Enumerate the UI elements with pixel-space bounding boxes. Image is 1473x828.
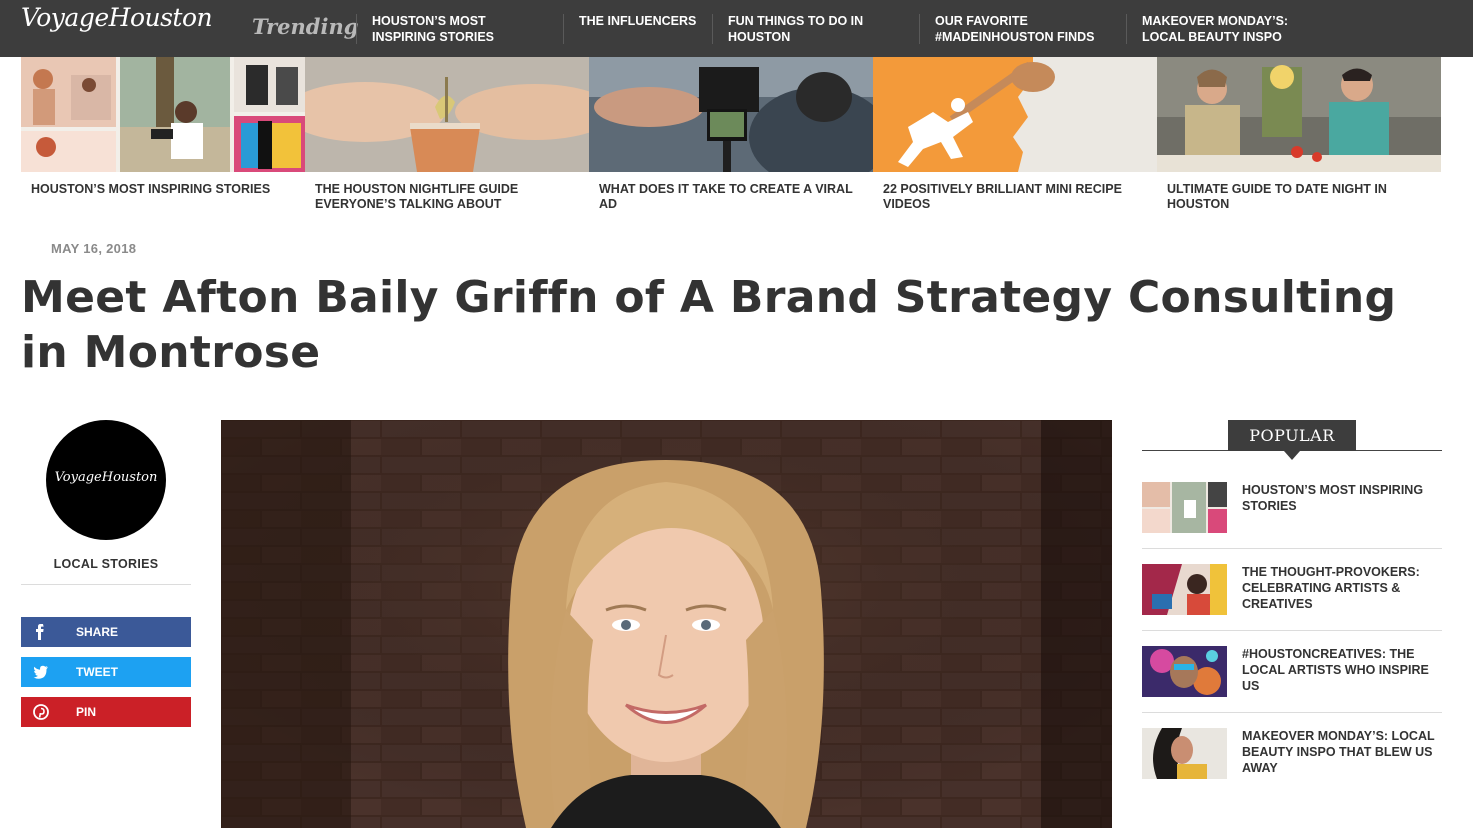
nav-divider [356, 14, 357, 44]
nav-link-inspiring-stories[interactable]: HOUSTON’S MOST INSPIRING STORIES [372, 13, 542, 45]
nav-divider [919, 14, 920, 44]
date-night-thumbnail-image[interactable] [1157, 57, 1441, 172]
pin-label: PIN [76, 705, 97, 719]
strip-caption[interactable]: 22 POSITIVELY BRILLIANT MINI RECIPE VIDE… [883, 182, 1149, 212]
strip-caption[interactable]: WHAT DOES IT TAKE TO CREATE A VIRAL AD [599, 182, 865, 212]
facebook-icon [21, 617, 61, 647]
strip-caption[interactable]: HOUSTON’S MOST INSPIRING STORIES [31, 182, 297, 197]
nav-link-fun-things[interactable]: FUN THINGS TO DO IN HOUSTON [728, 13, 898, 45]
divider [1142, 712, 1442, 713]
article-title: Meet Afton Baily Griffn of A Brand Strat… [21, 272, 1397, 378]
twitter-tweet-button[interactable]: TWEET [21, 657, 191, 687]
nav-divider [1126, 14, 1127, 44]
popular-item-thumbnail[interactable] [1142, 646, 1227, 697]
top-navigation-bar: VoyageHouston Trending HOUSTON’S MOST IN… [0, 0, 1473, 57]
avatar-logo-text: VoyageHouston [54, 470, 158, 485]
collage-thumbnail-image[interactable] [21, 57, 305, 172]
popular-item-thumbnail[interactable] [1142, 728, 1227, 779]
cocktail-thumbnail-image[interactable] [305, 57, 589, 172]
share-label: SHARE [76, 625, 119, 639]
popular-item[interactable]: THE THOUGHT-PROVOKERS: CELEBRATING ARTIS… [1142, 564, 1442, 646]
divider [1142, 548, 1442, 549]
strip-caption[interactable]: THE HOUSTON NIGHTLIFE GUIDE EVERYONE’S T… [315, 182, 581, 212]
strip-card-nightlife-guide[interactable]: THE HOUSTON NIGHTLIFE GUIDE EVERYONE’S T… [305, 57, 589, 227]
divider [21, 584, 191, 585]
nav-link-madeinhouston[interactable]: OUR FAVORITE #MADEINHOUSTON FINDS [935, 13, 1120, 45]
nav-link-makeover-monday[interactable]: MAKEOVER MONDAY’S: LOCAL BEAUTY INSPO [1142, 13, 1327, 45]
popular-item-title[interactable]: HOUSTON’S MOST INSPIRING STORIES [1242, 482, 1442, 514]
popular-heading: POPULAR [1228, 420, 1356, 451]
article-date: MAY 16, 2018 [51, 241, 137, 256]
author-label[interactable]: LOCAL STORIES [21, 557, 191, 571]
popular-item[interactable]: HOUSTON’S MOST INSPIRING STORIES [1142, 482, 1442, 564]
strip-caption[interactable]: ULTIMATE GUIDE TO DATE NIGHT IN HOUSTON [1167, 182, 1433, 212]
popular-item[interactable]: #HOUSTONCREATIVES: THE LOCAL ARTISTS WHO… [1142, 646, 1442, 728]
popular-item-title[interactable]: #HOUSTONCREATIVES: THE LOCAL ARTISTS WHO… [1242, 646, 1442, 694]
strip-card-date-night[interactable]: ULTIMATE GUIDE TO DATE NIGHT IN HOUSTON [1157, 57, 1441, 227]
popular-item-title[interactable]: MAKEOVER MONDAY’S: LOCAL BEAUTY INSPO TH… [1242, 728, 1442, 776]
popular-item[interactable]: MAKEOVER MONDAY’S: LOCAL BEAUTY INSPO TH… [1142, 728, 1442, 810]
twitter-icon [21, 657, 61, 687]
pinterest-icon [21, 697, 61, 727]
nav-divider [563, 14, 564, 44]
popular-heading-pointer [1284, 451, 1300, 460]
nav-link-influencers[interactable]: THE INFLUENCERS [579, 13, 704, 29]
popular-item-title[interactable]: THE THOUGHT-PROVOKERS: CELEBRATING ARTIS… [1242, 564, 1442, 612]
site-logo[interactable]: VoyageHouston [21, 3, 213, 32]
tweet-label: TWEET [76, 665, 118, 679]
pinterest-pin-button[interactable]: PIN [21, 697, 191, 727]
camera-thumbnail-image[interactable] [589, 57, 873, 172]
article-hero-image [221, 420, 1112, 828]
popular-item-thumbnail[interactable] [1142, 482, 1227, 533]
strip-card-viral-ad[interactable]: WHAT DOES IT TAKE TO CREATE A VIRAL AD [589, 57, 873, 227]
recipe-thumbnail-image[interactable] [873, 57, 1157, 172]
popular-item-thumbnail[interactable] [1142, 564, 1227, 615]
strip-card-inspiring-stories[interactable]: HOUSTON’S MOST INSPIRING STORIES [21, 57, 305, 227]
strip-card-recipe-videos[interactable]: 22 POSITIVELY BRILLIANT MINI RECIPE VIDE… [873, 57, 1157, 227]
nav-divider [712, 14, 713, 44]
trending-label: Trending [252, 14, 359, 39]
author-avatar[interactable]: VoyageHouston [46, 420, 166, 540]
divider [1142, 630, 1442, 631]
facebook-share-button[interactable]: SHARE [21, 617, 191, 647]
